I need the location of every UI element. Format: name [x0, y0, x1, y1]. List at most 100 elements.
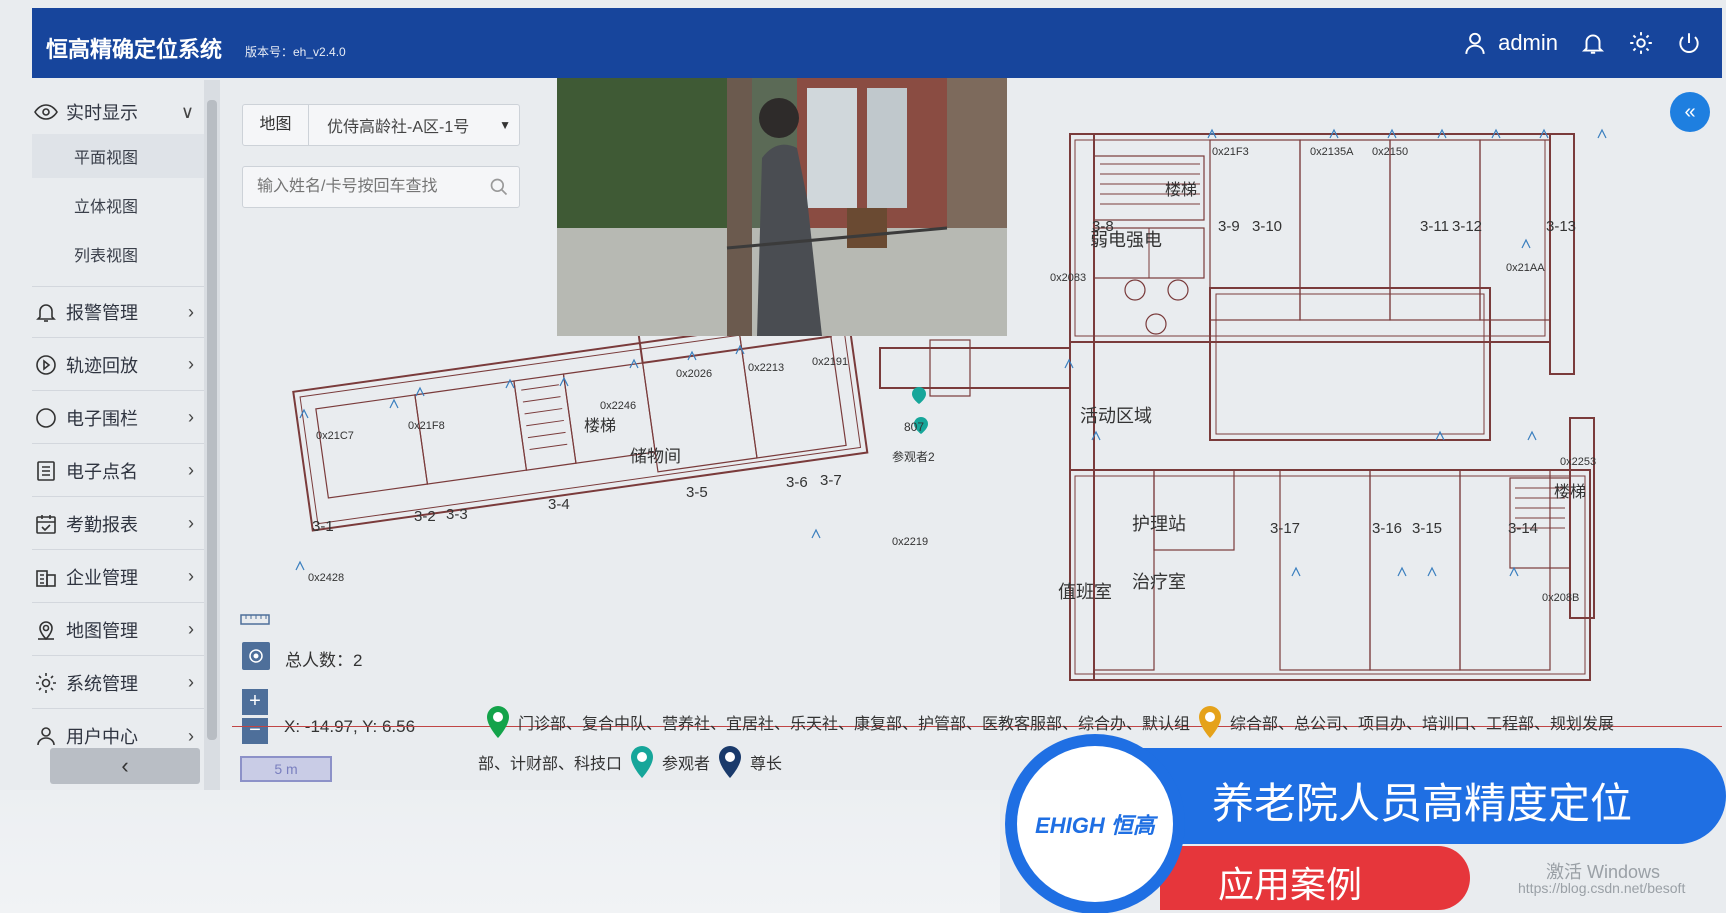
app-title: 恒高精确定位系统 — [46, 37, 223, 62]
anchor-label: 0x2135A — [1310, 146, 1354, 158]
room-number: 3-15 — [1412, 520, 1443, 537]
map-selector-label: 地图 — [243, 105, 309, 145]
username: admin — [1498, 30, 1558, 55]
sidebar-item-attendance[interactable]: 考勤报表 › — [32, 498, 204, 550]
scrollbar-thumb[interactable] — [207, 100, 217, 740]
video-frame — [557, 78, 1007, 336]
room-number: 3-16 — [1372, 520, 1403, 537]
anchor-label: 0x208B — [1542, 592, 1580, 604]
chevron-right-icon: › — [188, 619, 194, 639]
locate-button[interactable] — [242, 642, 270, 670]
chevron-right-icon: › — [188, 407, 194, 427]
anchor-label: 0x2428 — [308, 572, 345, 584]
sidebar-sub-3d-view[interactable]: 立体视图 — [32, 183, 204, 227]
room-label: 护理站 — [1132, 514, 1186, 534]
ruler-icon[interactable] — [240, 612, 270, 626]
legend-orange-text-cont: 部、计财部、科技口 — [478, 756, 623, 773]
room-label: 楼梯 — [584, 418, 617, 435]
sidebar-item-label: 系统管理 — [66, 673, 138, 694]
sidebar-item-realtime[interactable]: 实时显示 ∨ — [32, 86, 204, 138]
sidebar-item-replay[interactable]: 轨迹回放 › — [32, 339, 204, 391]
logo-text: EHIGH 恒高 — [1035, 813, 1155, 838]
cursor-coordinates: X: -14.97, Y: 6.56 — [284, 717, 416, 736]
zoom-in-button[interactable]: + — [242, 689, 268, 715]
chevron-right-icon: › — [188, 460, 194, 480]
room-label: 值班室 — [1058, 582, 1112, 602]
sidebar: 实时显示 ∨ 平面视图 立体视图 列表视图 报警管理 › 轨迹回放 › 电子围栏… — [32, 86, 204, 786]
target-icon — [249, 649, 263, 663]
total-count: 总人数：2 — [285, 646, 362, 671]
blog-watermark: https://blog.csdn.net/besoft — [1518, 880, 1686, 896]
sidebar-item-enterprise[interactable]: 企业管理 › — [32, 551, 204, 603]
sidebar-item-map-mgmt[interactable]: 地图管理 › — [32, 604, 204, 656]
sidebar-item-rollcall[interactable]: 电子点名 › — [32, 445, 204, 497]
user-menu[interactable]: admin — [1462, 30, 1558, 56]
power-icon[interactable] — [1676, 30, 1702, 56]
room-number: 3-7 — [820, 472, 842, 489]
sidebar-sub-list-view[interactable]: 列表视图 — [32, 232, 204, 276]
chevron-right-icon: › — [188, 513, 194, 533]
room-number: 3-3 — [446, 506, 468, 523]
room-number: 3-14 — [1508, 520, 1539, 537]
anchor-label: 0x2150 — [1372, 146, 1409, 158]
sidebar-item-fence[interactable]: 电子围栏 › — [32, 392, 204, 444]
sidebar-item-label: 用户中心 — [66, 727, 138, 747]
double-chevron-left-icon: « — [1684, 100, 1696, 123]
room-label: 楼梯 — [1554, 484, 1587, 501]
room-number: 3-11 — [1420, 218, 1449, 235]
video-overlay — [557, 78, 1007, 336]
chevron-right-icon: › — [188, 301, 194, 322]
room-number: 3-17 — [1270, 520, 1301, 537]
circle-icon — [36, 407, 56, 428]
sidebar-item-system[interactable]: 系统管理 › — [32, 657, 204, 709]
room-label: 治疗室 — [1132, 572, 1186, 592]
replay-icon — [36, 354, 56, 375]
search-box — [242, 166, 520, 208]
room-number: 3-6 — [786, 474, 808, 491]
gear-icon[interactable] — [1628, 30, 1654, 56]
calendar-icon — [36, 514, 56, 534]
total-value: 2 — [353, 651, 363, 670]
anchor-label: 0x21F3 — [1212, 146, 1249, 158]
back-button[interactable]: « — [1670, 92, 1710, 132]
green-pin-icon — [487, 706, 509, 738]
room-number: 3-4 — [548, 496, 570, 513]
bell-icon[interactable] — [1580, 30, 1606, 56]
chevron-right-icon: › — [188, 354, 194, 374]
user-icon — [37, 727, 55, 746]
navy-pin-icon — [719, 746, 742, 778]
anchor-label: 0x21AA — [1506, 262, 1545, 274]
corridor — [879, 339, 1071, 397]
legend-orange-text: 综合部、总公司、项目办、培训口、工程部、规划发展 — [1230, 716, 1615, 733]
zoom-out-button[interactable]: − — [242, 718, 268, 744]
visitor-tag-label: 参观者2 — [892, 450, 935, 464]
search-input[interactable] — [243, 167, 473, 207]
eye-icon — [34, 104, 58, 120]
room-label: 楼梯 — [1165, 182, 1198, 199]
legend-cont: 部、计财部、科技口 参观者 尊长 — [478, 744, 782, 780]
chevron-right-icon: › — [188, 725, 194, 746]
map-pin-icon — [38, 620, 54, 640]
sidebar-item-label: 地图管理 — [66, 620, 138, 641]
sidebar-item-label: 轨迹回放 — [66, 355, 138, 376]
sidebar-item-alarm[interactable]: 报警管理 › — [32, 286, 204, 338]
room-number: 3-12 — [1452, 218, 1483, 235]
anchor-label: 0x2213 — [748, 362, 785, 374]
banner-subtitle: 应用案例 — [1218, 864, 1363, 905]
room-label: 储物间 — [630, 447, 681, 466]
map-selector[interactable]: 地图 优侍高龄社-A区-1号 ▼ — [242, 104, 520, 146]
sidebar-item-label: 报警管理 — [66, 303, 138, 323]
anchor-label: 0x2191 — [812, 356, 849, 368]
user-icon — [1465, 32, 1485, 54]
room-number: 3-2 — [414, 508, 436, 525]
search-icon[interactable] — [489, 177, 509, 197]
legend: 门诊部、复合中队、营养社、宜居社、乐天社、康复部、护管部、医教客服部、综合办、默… — [484, 704, 1614, 740]
sidebar-scrollbar[interactable] — [204, 80, 220, 790]
list-icon — [37, 460, 55, 481]
room-number: 3-8 — [1092, 218, 1114, 235]
anchor-label: 0x2026 — [676, 368, 713, 380]
sidebar-sub-plan-view[interactable]: 平面视图 — [32, 134, 204, 178]
collapse-sidebar-button[interactable]: ‹ — [50, 748, 200, 784]
map-selector-value: 优侍高龄社-A区-1号 — [327, 119, 470, 136]
total-label: 总人数： — [285, 651, 353, 670]
